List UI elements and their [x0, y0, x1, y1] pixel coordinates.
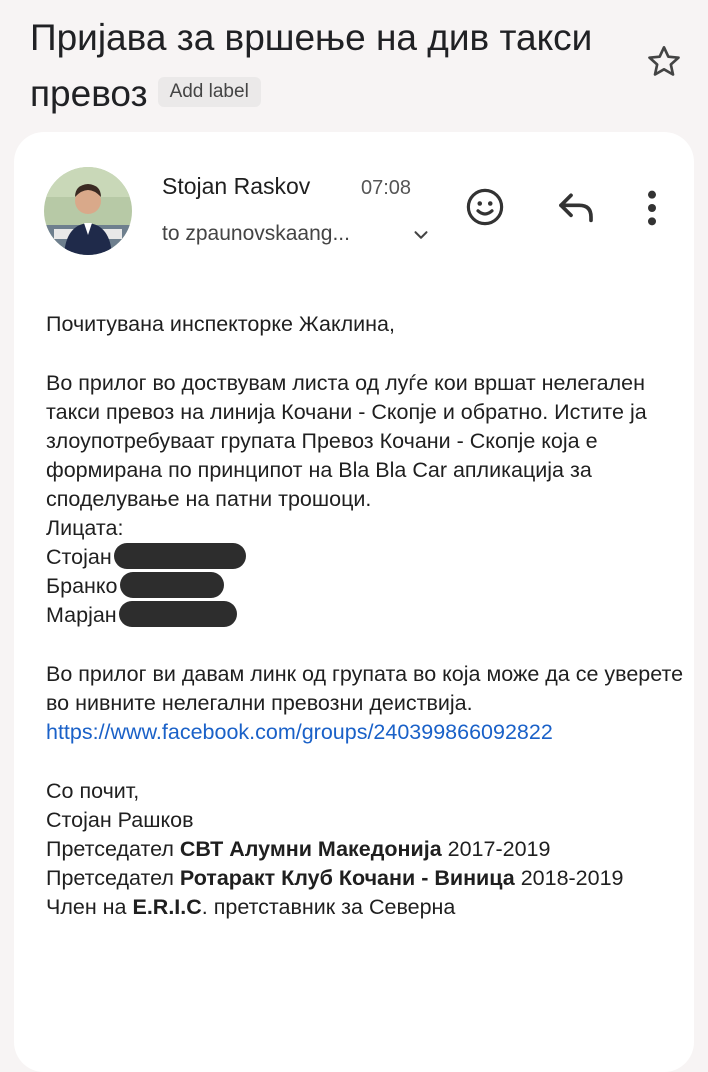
- sig-text: Претседател: [46, 837, 180, 861]
- sig-org: E.R.I.C: [132, 895, 202, 919]
- chevron-down-icon[interactable]: [410, 224, 432, 246]
- subject-text: Пријава за вршење на див такси превоз: [30, 17, 593, 114]
- reply-icon[interactable]: [556, 190, 596, 224]
- signature-line-2: Претседател Ротаракт Клуб Кочани - Виниц…: [46, 864, 686, 893]
- redaction-mark: [118, 601, 237, 628]
- message-body: Почитувана инспекторке Жаклина, Во прило…: [46, 310, 686, 922]
- person-name: Бранко: [46, 574, 118, 598]
- star-icon[interactable]: [644, 42, 684, 82]
- recipients-summary[interactable]: to zpaunovskaang...: [162, 222, 350, 246]
- avatar[interactable]: [44, 167, 132, 255]
- facebook-group-link[interactable]: https://www.facebook.com/groups/24039986…: [46, 720, 553, 744]
- add-reaction-icon[interactable]: [464, 186, 506, 228]
- add-label-button[interactable]: Add label: [157, 77, 261, 108]
- sender-name[interactable]: Stojan Raskov: [162, 173, 310, 200]
- closing: Со почит,: [46, 779, 140, 803]
- signature-line-1: Претседател СВТ Алумни Македонија 2017-2…: [46, 835, 686, 864]
- sig-text: Претседател: [46, 866, 180, 890]
- message-time: 07:08: [361, 177, 412, 199]
- body-paragraph-2: Во прилог ви давам линк од групата во ко…: [46, 662, 684, 715]
- person-row: Бранко: [46, 572, 686, 601]
- more-vertical-icon[interactable]: [640, 188, 664, 228]
- sig-years: 2018-2019: [514, 866, 624, 890]
- persons-label: Лицата:: [46, 516, 124, 540]
- sig-years: 2017-2019: [441, 837, 551, 861]
- person-row: Марјан: [46, 601, 686, 630]
- email-subject: Пријава за вршење на див такси превоз Add…: [30, 10, 630, 122]
- person-name: Стојан: [46, 545, 112, 569]
- person-name: Марјан: [46, 603, 117, 627]
- sig-org: СВТ Алумни Македонија: [179, 837, 442, 861]
- sig-org: Ротаракт Клуб Кочани - Виница: [179, 866, 515, 890]
- body-paragraph-1: Во прилог во доствувам листа од луѓе кои…: [46, 371, 647, 511]
- redaction-mark: [113, 543, 246, 570]
- sig-text: Член на: [46, 895, 133, 919]
- person-row: Стојан: [46, 543, 686, 572]
- sig-text: . претставник за Северна: [201, 895, 456, 919]
- redaction-mark: [119, 572, 224, 599]
- greeting: Почитувана инспекторке Жаклина,: [46, 312, 395, 336]
- signature-line-3: Член на E.R.I.C. претставник за Северна: [46, 893, 686, 922]
- signature-name: Стојан Рашков: [46, 808, 194, 832]
